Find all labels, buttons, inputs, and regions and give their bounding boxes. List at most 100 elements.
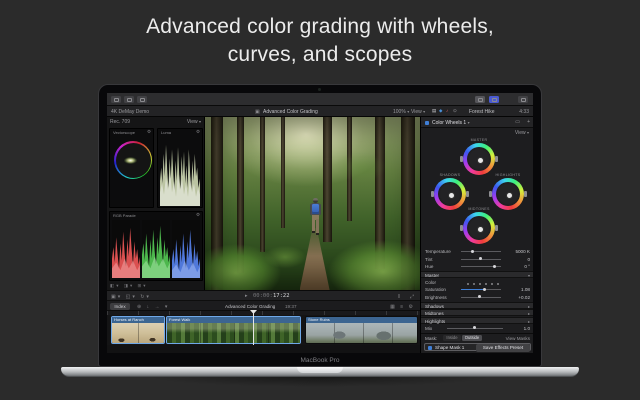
shape-mask-label: Shape Mask 1 xyxy=(435,345,464,350)
webcam-icon xyxy=(318,88,321,91)
library-name: 4K DeMay Demo xyxy=(111,109,149,115)
mix-knob[interactable] xyxy=(473,326,476,329)
film-tab-icon[interactable]: ▤ xyxy=(432,108,436,114)
chevron-right-icon: ▸ xyxy=(528,319,530,324)
media-toggle-icon[interactable] xyxy=(475,96,485,103)
brightness-label: Brightness xyxy=(425,295,447,300)
expand-icon[interactable]: ⤢ xyxy=(410,294,416,300)
info-tab-icon[interactable]: ⊙ xyxy=(453,108,457,114)
chevron-right-icon: ▸ xyxy=(528,311,530,316)
timeline-clip[interactable]: Horses at Ranch xyxy=(111,316,165,344)
parade-red-column xyxy=(112,220,140,278)
timeline-settings-icons[interactable]: ▦ ≡ ⚙ xyxy=(390,304,415,310)
mask-inside-button[interactable]: Inside xyxy=(443,335,461,341)
timeline-clip[interactable]: Stone Ruins xyxy=(305,316,418,344)
share-icon[interactable] xyxy=(518,96,528,103)
master-section-label: Master xyxy=(425,273,439,278)
play-icon[interactable]: ▸ xyxy=(245,293,248,299)
chevron-down-icon: ▾ xyxy=(528,273,530,278)
tint-value: 0 xyxy=(527,257,530,262)
master-section-header[interactable]: Master ▾ xyxy=(421,271,533,278)
hue-knob[interactable] xyxy=(493,265,496,268)
chevron-right-icon: ▸ xyxy=(528,304,530,309)
temperature-value: 5000 K xyxy=(515,249,530,254)
mask-outside-button[interactable]: Outside xyxy=(462,335,482,341)
highlights-color-wheel[interactable] xyxy=(492,178,524,210)
scope-layout-icons[interactable]: ◧▾ ◨▾ ⊞▾ xyxy=(110,283,148,289)
effect-name[interactable]: Color Wheels 1 ▾ xyxy=(432,120,470,126)
brightness-knob[interactable] xyxy=(478,295,481,298)
gear-icon[interactable]: ⚙ xyxy=(196,212,200,218)
highlights-section-header[interactable]: Highlights ▸ xyxy=(421,317,533,324)
info-bar: 4K DeMay Demo ▣ Advanced Color Grading 1… xyxy=(107,106,533,117)
shadows-section-header[interactable]: Shadows ▸ xyxy=(421,302,533,309)
timeline-toolbar: Index ⊕ ↓ → ▾ Advanced Color Grading 19:… xyxy=(107,300,420,310)
tint-knob[interactable] xyxy=(479,257,482,260)
gear-icon[interactable]: ⚙ xyxy=(147,129,151,135)
wheel-label-shadows: SHADOWS xyxy=(420,173,480,177)
clip-tools-icons[interactable]: ▣▾ ◱▾ ↻▾ xyxy=(111,294,151,300)
saturation-slider[interactable] xyxy=(461,289,501,290)
hue-value: 0 ° xyxy=(524,264,530,269)
gear-icon[interactable]: ⚙ xyxy=(196,129,200,135)
saturation-label: Saturation xyxy=(425,287,446,292)
hero-title-line2: curves, and scopes xyxy=(0,41,640,69)
timeline-toggle-icon[interactable] xyxy=(137,96,147,103)
hue-row: Hue 0 ° xyxy=(421,263,533,270)
brightness-slider[interactable] xyxy=(461,297,501,298)
temperature-knob[interactable] xyxy=(471,250,474,253)
rgb-parade-display xyxy=(112,220,200,278)
chevron-down-icon: ▾ xyxy=(407,109,409,114)
color-row-label: Color xyxy=(425,280,436,285)
vectorscope-panel: Vectorscope ⚙ xyxy=(109,128,154,208)
timecode-display: 17:22 xyxy=(273,293,290,299)
preset-rect-icon[interactable]: ▭ xyxy=(515,119,520,125)
clapboard-icon: ▣ xyxy=(255,109,260,115)
viewer-zoom-menu[interactable]: 100% ▾ xyxy=(393,109,409,115)
shape-mask-checkbox[interactable] xyxy=(428,346,432,350)
edit-tools-icons[interactable]: ⊕ ↓ → ▾ xyxy=(137,304,169,310)
tint-row: Tint 0 xyxy=(421,256,533,263)
midtones-section-header[interactable]: Midtones ▸ xyxy=(421,309,533,316)
index-button[interactable]: Index xyxy=(110,303,130,310)
vectorscope-display xyxy=(114,141,152,179)
luma-waveform xyxy=(160,138,200,206)
timeline-project-duration: 19:37 xyxy=(285,304,297,309)
color-inspector: Color Wheels 1 ▾ ▭ + View ▾ MASTER SHADO… xyxy=(420,117,533,353)
viewer-view-menu[interactable]: View ▾ xyxy=(411,109,425,115)
scope-colorspace: Rec. 709 xyxy=(110,119,130,125)
inspector-toggle-icon[interactable] xyxy=(489,96,499,103)
saturation-knob[interactable] xyxy=(483,288,486,291)
browser-toggle-icon[interactable] xyxy=(124,96,134,103)
view-masks-link[interactable]: View Masks xyxy=(506,336,530,341)
loop-icons[interactable]: ‖ xyxy=(398,294,402,300)
vectorscope-title: Vectorscope xyxy=(113,130,135,135)
playhead[interactable] xyxy=(253,310,254,345)
macbook-display: 4K DeMay Demo ▣ Advanced Color Grading 1… xyxy=(98,84,542,367)
shadows-color-wheel[interactable] xyxy=(434,178,466,210)
audio-tab-icon[interactable]: ♪ xyxy=(446,108,448,113)
sidebar-toggle-icon[interactable] xyxy=(111,96,121,103)
viewer-vignette xyxy=(205,117,420,290)
fcp-window: 4K DeMay Demo ▣ Advanced Color Grading 1… xyxy=(107,93,533,353)
mask-row: Mask: Inside Outside View Masks xyxy=(421,335,533,342)
luma-title: Luma xyxy=(161,130,171,135)
saturation-row: Saturation 1.08 xyxy=(421,286,533,293)
wheel-label-master: MASTER xyxy=(449,138,509,142)
temperature-row: Temperature 5000 K xyxy=(421,248,533,255)
color-tab-icon[interactable]: ◆ xyxy=(439,108,442,114)
effect-enable-checkbox[interactable] xyxy=(425,121,429,125)
save-effects-preset-button[interactable]: Save Effects Preset xyxy=(476,344,530,352)
parade-blue-column xyxy=(172,220,200,278)
timeline-clip[interactable]: Forest Walk xyxy=(166,316,301,344)
wheels-view-menu[interactable]: View ▾ xyxy=(515,130,529,136)
color-chips[interactable] xyxy=(467,281,503,286)
mix-row: Mix 1.0 xyxy=(421,325,533,332)
midtones-color-wheel[interactable] xyxy=(463,212,495,244)
temperature-slider[interactable] xyxy=(461,251,501,252)
brightness-row: Brightness +0.02 xyxy=(421,294,533,301)
master-color-wheel[interactable] xyxy=(463,143,495,175)
scopes-view-menu[interactable]: View ▾ xyxy=(187,119,201,125)
clip-thumbnails xyxy=(112,323,164,344)
add-icon[interactable]: + xyxy=(527,119,530,125)
